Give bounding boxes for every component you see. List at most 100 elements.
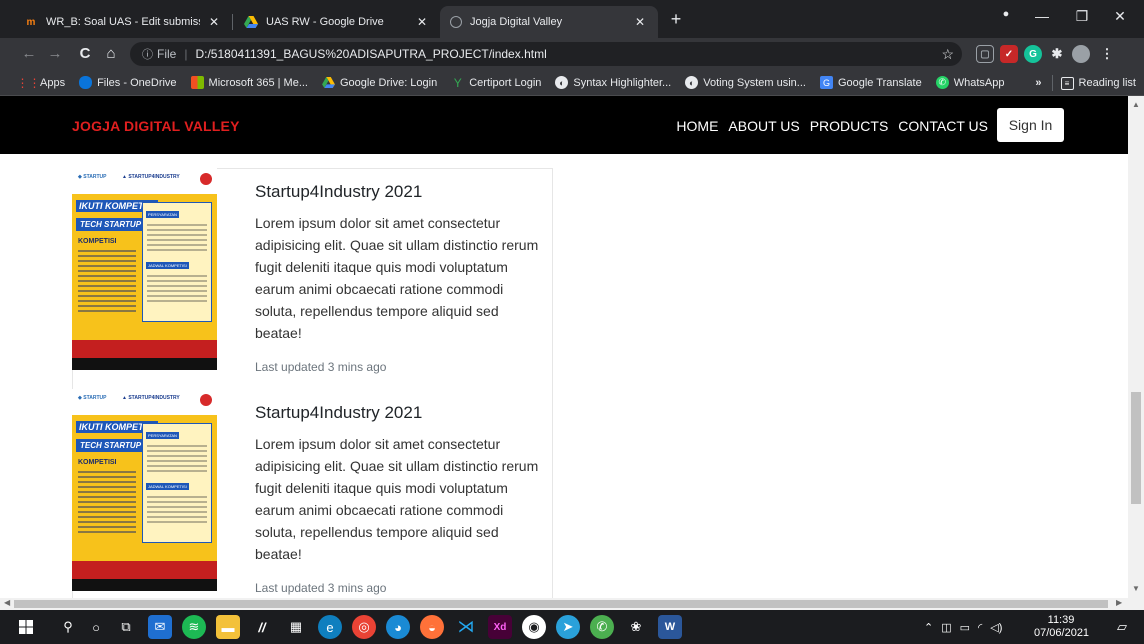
volume-icon[interactable]: ◁) (990, 621, 1002, 634)
card-title: Startup4Industry 2021 (255, 403, 423, 422)
close-tab-icon[interactable]: ✕ (206, 15, 222, 29)
grammarly-icon[interactable]: G (1024, 45, 1042, 63)
card-text: Lorem ipsum dolor sit amet consectetur a… (255, 215, 539, 341)
bookmark-whatsapp[interactable]: ✆ WhatsApp (929, 76, 1012, 89)
bookmarks-divider (1051, 75, 1053, 91)
card-updated-text: Last updated 3 mins ago (255, 581, 387, 595)
scroll-left-icon[interactable]: ◀ (4, 598, 10, 607)
telegram-icon[interactable]: ➤ (556, 615, 580, 639)
firefox-icon[interactable]: ◒ (420, 615, 444, 639)
search-icon[interactable]: ⚲ (56, 615, 80, 639)
tab-title: UAS RW - Google Drive (266, 16, 384, 28)
vscode-icon[interactable]: ⋊ (454, 615, 478, 639)
spotify-icon[interactable]: ≋ (182, 615, 206, 639)
scroll-up-icon[interactable]: ▲ (1128, 100, 1144, 109)
app-icon[interactable]: ◉ (522, 615, 546, 639)
mail-icon[interactable]: ✉ (148, 615, 172, 639)
minimize-button[interactable]: — (1028, 8, 1056, 24)
word-icon[interactable]: W (658, 615, 682, 639)
task-view-icon[interactable]: ⧉ (114, 615, 138, 639)
reading-list-button[interactable]: ≡ Reading list (1060, 76, 1136, 90)
vertical-scrollbar[interactable]: ▲ ▼ (1128, 96, 1144, 598)
browser-toolbar: ← → C ⌂ ⓘ File | D:/5180411391_BAGUS%20A… (0, 38, 1144, 70)
tab-google-drive[interactable]: UAS RW - Google Drive ✕ (234, 6, 440, 38)
tab-moodle[interactable]: m WR_B: Soal UAS - Edit submission ✕ (14, 6, 232, 38)
adobe-xd-icon[interactable]: Xd (488, 615, 512, 639)
extensions-puzzle-icon[interactable]: ✱ (1048, 45, 1066, 63)
profile-icon[interactable]: ● (992, 8, 1020, 20)
menu-kebab-icon[interactable]: ⋮ (1098, 45, 1116, 63)
close-tab-icon[interactable]: ✕ (632, 15, 648, 29)
bookmark-star-icon[interactable]: ☆ (941, 46, 954, 63)
nav-contact-us[interactable]: CONTACT US (898, 118, 988, 134)
certiport-icon: Y (453, 75, 462, 90)
bookmark-google-drive[interactable]: Google Drive: Login (315, 76, 444, 89)
windows-start-icon[interactable] (14, 615, 38, 639)
extension-icon[interactable]: ▢ (976, 45, 994, 63)
app-icon[interactable]: // (250, 615, 274, 639)
horizontal-scroll-thumb[interactable] (14, 600, 1108, 608)
nav-products[interactable]: PRODUCTS (810, 118, 889, 134)
globe-icon: ◐ (555, 76, 569, 89)
edge-icon[interactable]: e (318, 615, 342, 639)
bookmark-apps[interactable]: ⋮⋮ Apps (0, 75, 72, 90)
scroll-right-icon[interactable]: ▶ (1116, 598, 1122, 607)
nav-about-us[interactable]: ABOUT US (728, 118, 799, 134)
network-icon[interactable]: ◫ (941, 621, 951, 634)
vertical-scroll-thumb[interactable] (1131, 392, 1141, 504)
site-brand[interactable]: JOGJA DIGITAL VALLEY (72, 118, 240, 134)
forward-icon[interactable]: → (44, 43, 66, 65)
back-icon[interactable]: ← (18, 43, 40, 65)
horizontal-scrollbar[interactable]: ◀ ▶ (0, 598, 1128, 610)
scroll-down-icon[interactable]: ▼ (1128, 584, 1144, 593)
app-icon[interactable]: ❀ (624, 615, 648, 639)
whatsapp-icon: ✆ (935, 76, 949, 89)
calendar-icon[interactable]: ▦ (284, 615, 308, 639)
bookmark-microsoft365[interactable]: Microsoft 365 | Me... (184, 76, 315, 89)
taskbar: ⚲ ○ ⧉ ✉ ≋ ▬ // ▦ e ◎ ◕ ◒ ⋊ Xd ◉ ➤ ✆ ❀ W … (0, 610, 1144, 644)
bookmark-label: Files - OneDrive (97, 76, 177, 89)
bookmark-onedrive[interactable]: Files - OneDrive (72, 76, 183, 89)
clock[interactable]: 11:39 07/06/2021 (1034, 614, 1089, 640)
apps-grid-icon: ⋮⋮ (16, 75, 41, 90)
bookmarks-overflow-button[interactable]: » (1035, 77, 1041, 89)
new-tab-button[interactable]: + (664, 9, 688, 30)
file-explorer-icon[interactable]: ▬ (216, 615, 240, 639)
whatsapp-icon[interactable]: ✆ (590, 615, 614, 639)
site-navbar: JOGJA DIGITAL VALLEY HOME ABOUT US PRODU… (0, 96, 1128, 154)
nav-home[interactable]: HOME (676, 118, 718, 134)
battery-icon[interactable]: ▭ (960, 621, 970, 634)
bookmark-label: Certiport Login (469, 76, 542, 89)
address-bar[interactable]: ⓘ File | D:/5180411391_BAGUS%20ADISAPUTR… (130, 42, 962, 66)
home-icon[interactable]: ⌂ (100, 43, 122, 65)
close-tab-icon[interactable]: ✕ (414, 15, 430, 29)
app-icon[interactable]: ◕ (386, 615, 410, 639)
extension-icon[interactable]: ✓ (1000, 45, 1018, 63)
tab-title: WR_B: Soal UAS - Edit submission (46, 16, 200, 28)
google-drive-icon (322, 76, 335, 89)
bookmark-syntax-highlighter[interactable]: ◐ Syntax Highlighter... (548, 76, 678, 89)
card-body: Startup4Industry 2021 Lorem ipsum dolor … (255, 182, 540, 374)
bookmarks-right: » ≡ Reading list (1035, 70, 1136, 96)
tray-overflow-icon[interactable]: ⌃ (924, 621, 933, 634)
scrollbar-corner (1128, 598, 1144, 610)
close-window-button[interactable]: ✕ (1106, 8, 1134, 25)
notifications-icon[interactable]: ▱ (1110, 615, 1134, 639)
wifi-icon[interactable]: ◜ (978, 621, 982, 634)
chrome-icon[interactable]: ◎ (352, 615, 376, 639)
bookmark-certiport[interactable]: Y Certiport Login (444, 75, 548, 90)
cortana-icon[interactable]: ○ (84, 615, 108, 639)
card-title: Startup4Industry 2021 (255, 182, 423, 201)
url-text: D:/5180411391_BAGUS%20ADISAPUTRA_PROJECT… (195, 47, 547, 61)
sign-in-button[interactable]: Sign In (997, 108, 1064, 142)
bookmark-voting-system[interactable]: ◐ Voting System usin... (678, 76, 813, 89)
card-poster-image: ◆ STARTUP ▲ STARTUP4INDUSTRY IKUTI KOMPE… (72, 168, 217, 370)
avatar[interactable] (1072, 45, 1090, 63)
bookmark-google-translate[interactable]: G Google Translate (813, 76, 929, 89)
restore-button[interactable]: ❐ (1068, 8, 1096, 25)
tab-jogja-digital-valley[interactable]: Jogja Digital Valley ✕ (440, 6, 658, 38)
tab-divider (232, 14, 233, 30)
reload-icon[interactable]: C (74, 43, 96, 65)
bookmark-label: Voting System usin... (703, 76, 806, 89)
info-icon[interactable]: ⓘ (142, 46, 153, 62)
